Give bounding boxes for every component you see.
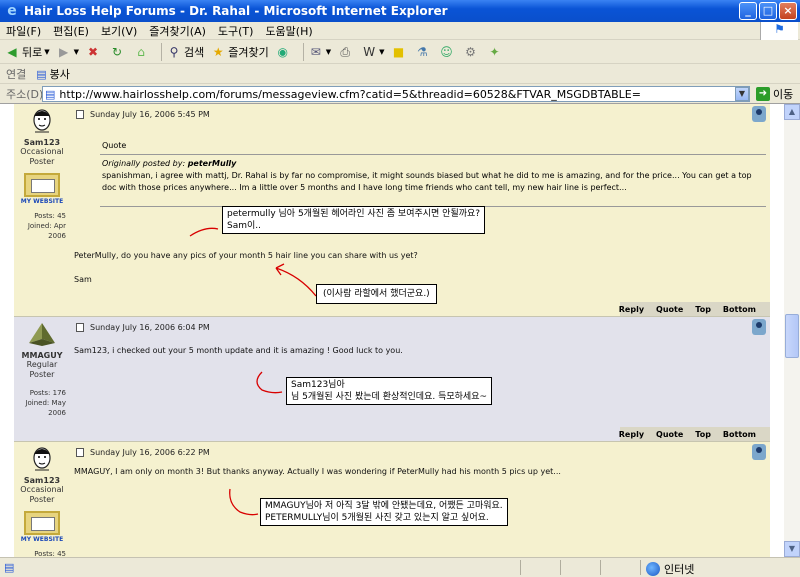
status-bar: ▤ 인터넷 — [0, 557, 800, 577]
chevron-down-icon: ▼ — [325, 47, 332, 56]
status-divider — [600, 560, 601, 575]
go-arrow-icon: ➜ — [756, 87, 770, 101]
korean-annotation: (이사람 라할에서 했더군요.) — [316, 284, 437, 304]
annotation-arrow — [275, 263, 317, 297]
back-arrow-icon: ◀ — [7, 44, 17, 59]
status-divider — [560, 560, 561, 575]
mail-icon: ✉ — [310, 44, 321, 59]
menu-file[interactable]: 파일(F) — [6, 23, 41, 39]
menu-help[interactable]: 도움말(H) — [265, 23, 312, 39]
search-icon: ⚲ — [169, 44, 179, 59]
print-button[interactable]: ⎙ — [337, 44, 355, 60]
note-icon: ■ — [392, 44, 405, 59]
menu-bar: 파일(F) 편집(E) 보기(V) 즐겨찾기(A) 도구(T) 도움말(H) — [0, 22, 800, 40]
scroll-thumb[interactable] — [785, 314, 799, 358]
windows-logo-icon: ⚑ — [760, 22, 798, 40]
security-zone: 인터넷 — [646, 561, 694, 577]
toolbar-divider — [161, 42, 163, 61]
edit-button[interactable]: W ▼ — [361, 44, 384, 60]
address-bar: 주소(D) ▤ http://www.hairlosshelp.com/foru… — [0, 84, 800, 104]
chevron-down-icon: ▼ — [379, 47, 385, 56]
window-controls: _ □ × — [739, 2, 797, 20]
link-item[interactable]: ▤ 봉사 — [36, 66, 70, 82]
forward-arrow-icon: ▶ — [59, 44, 69, 59]
page-icon: ▤ — [36, 67, 47, 81]
annotation-strokes — [189, 227, 317, 516]
address-input[interactable]: ▤ http://www.hairlosshelp.com/forums/mes… — [42, 86, 750, 102]
messenger-icon: ☺ — [440, 44, 453, 59]
annotation-mark — [229, 488, 259, 516]
printer-icon: ⎙ — [340, 44, 350, 59]
extra-tool-button[interactable]: ⚙ — [463, 44, 481, 60]
stop-icon: ✖ — [88, 44, 99, 59]
discuss-button[interactable]: ■ — [391, 44, 409, 60]
refresh-icon: ↻ — [112, 44, 123, 59]
home-icon: ⌂ — [137, 44, 145, 59]
favorites-button[interactable]: ★ 즐겨찾기 — [210, 44, 269, 60]
star-icon: ★ — [212, 44, 224, 59]
globe-icon — [646, 562, 660, 576]
korean-annotation: Sam123님아 님 5개월된 사진 봤는데 환상적인데요. 득모하세요~ — [286, 377, 493, 405]
menu-tools[interactable]: 도구(T) — [218, 23, 254, 39]
ie-logo-icon: e — [7, 3, 17, 19]
tool-icon: ✦ — [489, 44, 500, 59]
gear-icon: ⚙ — [465, 44, 476, 59]
research-button[interactable]: ⚗ — [415, 44, 433, 60]
scroll-up-button[interactable]: ▲ — [784, 104, 800, 120]
media-icon: ◉ — [277, 44, 288, 59]
minimize-button[interactable]: _ — [739, 2, 757, 20]
forward-button[interactable]: ▶ ▼ — [56, 44, 79, 60]
status-divider — [520, 560, 521, 575]
chevron-down-icon: ▼ — [44, 47, 50, 56]
page-status-icon: ▤ — [4, 561, 15, 574]
toolbar-divider — [302, 42, 304, 61]
stop-button[interactable]: ✖ — [85, 44, 103, 60]
toolbar: ◀ 뒤로 ▼ ▶ ▼ ✖ ↻ ⌂ ⚲ 검색 ★ 즐겨찾기 ◉ ✉ ▼ ⎙ W ▼ ■ ⚗ ☺ … — [0, 40, 800, 64]
scroll-down-button[interactable]: ▼ — [784, 541, 800, 557]
annotation-mark — [256, 371, 283, 394]
korean-annotation: MMAGUY님아 저 아직 3달 밖에 안됐는데요, 어쨌든 고마워요. PET… — [260, 498, 508, 526]
menu-view[interactable]: 보기(V) — [101, 23, 137, 39]
vertical-scrollbar[interactable]: ▲ ▼ — [784, 104, 800, 557]
home-button[interactable]: ⌂ — [133, 44, 151, 60]
address-label: 주소(D) — [6, 87, 44, 101]
address-url: http://www.hairlosshelp.com/forums/messa… — [59, 87, 641, 101]
media-button[interactable]: ◉ — [275, 44, 293, 60]
links-bar: 연결 ▤ 봉사 — [0, 64, 800, 84]
refresh-button[interactable]: ↻ — [109, 44, 127, 60]
back-button[interactable]: ◀ 뒤로 ▼ — [4, 44, 50, 60]
research-icon: ⚗ — [417, 44, 428, 59]
page-content: Sam123 Occasional Poster MY WEBSITE Post… — [0, 104, 784, 557]
maximize-button[interactable]: □ — [759, 2, 777, 20]
mail-button[interactable]: ✉ ▼ — [308, 44, 331, 60]
search-button[interactable]: ⚲ 검색 — [166, 44, 205, 60]
title-bar[interactable]: e Hair Loss Help Forums - Dr. Rahal - Mi… — [0, 0, 800, 22]
messenger-button[interactable]: ☺ — [439, 44, 457, 60]
extra-tool-button-2[interactable]: ✦ — [487, 44, 505, 60]
menu-edit[interactable]: 편집(E) — [53, 23, 89, 39]
annotation-mark — [189, 227, 219, 237]
window-title: Hair Loss Help Forums - Dr. Rahal - Micr… — [24, 4, 448, 18]
page-icon: ▤ — [45, 87, 56, 101]
chevron-down-icon: ▼ — [73, 47, 80, 56]
links-label: 연결 — [6, 67, 27, 81]
go-button[interactable]: ➜ 이동 — [756, 86, 793, 102]
menu-favorites[interactable]: 즐겨찾기(A) — [149, 23, 206, 39]
korean-annotation: petermully 님아 5개월된 헤어라인 사진 좀 보여주시면 안될까요?… — [222, 206, 486, 234]
status-divider — [640, 560, 641, 575]
word-icon: W — [363, 44, 376, 59]
close-button[interactable]: × — [779, 2, 797, 20]
address-dropdown-button[interactable]: ▼ — [735, 87, 749, 101]
